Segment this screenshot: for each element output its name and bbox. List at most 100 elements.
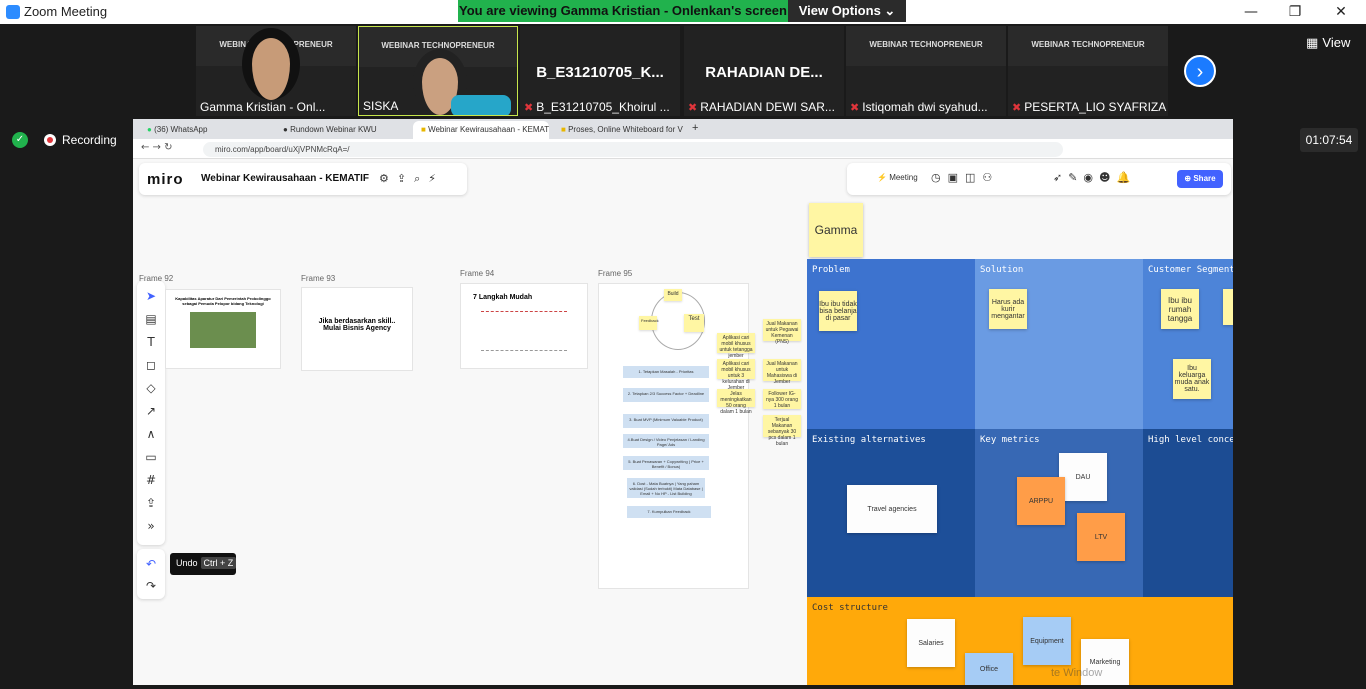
miro-left-toolbar: ➤ ▤ T ◻ ◇ ↗ ∧ ▭ # ⇪ »: [137, 281, 165, 545]
browser-tab[interactable]: ■ Proses, Online Whiteboard for V: [553, 121, 683, 139]
miro-collab-bar: ⚡ Meeting ◷▣◫⚇ ➶✎◉☻🔔 ⊕ Share: [847, 163, 1231, 195]
sticky-note[interactable]: Travel agencies: [847, 485, 937, 533]
sticky-note[interactable]: Follower IG-nya 300 orang 1 bulan: [763, 389, 801, 409]
board-name[interactable]: Webinar Kewirausahaan - KEMATIF: [201, 173, 369, 184]
maximize-button[interactable]: ❐: [1280, 2, 1310, 22]
sticky-note[interactable]: ARPPU: [1017, 477, 1065, 525]
connection-line-tool-icon[interactable]: ↗: [137, 400, 165, 422]
upload-tool-icon[interactable]: ⇪: [137, 492, 165, 514]
solution-section[interactable]: Solution: [975, 259, 1143, 429]
participant-name: ✖ B_E31210705_Khoirul ...: [524, 100, 670, 114]
mic-muted-icon: ✖: [1012, 102, 1022, 114]
comment-tool-icon[interactable]: ▭: [137, 446, 165, 468]
undo-icon[interactable]: ↶: [137, 553, 165, 575]
cycle-sticky[interactable]: Feedback: [639, 316, 659, 330]
cost-structure-section[interactable]: Cost structure: [807, 597, 1233, 685]
frame-label[interactable]: Frame 93: [301, 274, 335, 283]
miro-logo[interactable]: miro: [147, 171, 184, 188]
participant-name: ✖ PESERTA_LIO SYAFRIZA: [1012, 100, 1167, 114]
recording-indicator[interactable]: Recording: [44, 133, 117, 147]
browser-tab-active[interactable]: ■ Webinar Kewirausahaan - KEMAT: [413, 121, 549, 139]
frame-94[interactable]: 7 Langkah Mudah: [460, 283, 588, 369]
participant-tile[interactable]: RAHADIAN DE... ✖ RAHADIAN DEWI SAR...: [684, 26, 844, 116]
redo-icon[interactable]: ↷: [137, 575, 165, 597]
participant-tile[interactable]: WEBINAR TECHNOPRENEUR ✖ Istiqomah dwi sya…: [846, 26, 1006, 116]
steps-sketch: [481, 311, 567, 351]
more-tools-icon[interactable]: »: [137, 515, 165, 537]
meeting-button[interactable]: ⚡ Meeting: [877, 173, 918, 182]
step-card[interactable]: 4.Buat Design / Video Penjelasan / Landi…: [623, 434, 709, 448]
new-tab-button[interactable]: +: [691, 121, 707, 139]
step-card[interactable]: 7. Kumpulkan Feedback: [627, 506, 711, 518]
sticky-note[interactable]: Aplikasi cari mobil khusus untuk tetangg…: [717, 333, 755, 359]
shapes-tool-icon[interactable]: ◇: [137, 377, 165, 399]
photo-thumbnail: [190, 312, 256, 348]
participant-name: SISKA: [363, 99, 399, 113]
sticky-note[interactable]: Equipment: [1023, 617, 1071, 665]
cursor-reaction-icons[interactable]: ➶✎◉☻🔔: [1053, 171, 1136, 184]
step-card[interactable]: 1. Tetapkan Masalah - Prioritas: [623, 366, 709, 378]
browser-tab[interactable]: ● (36) WhatsApp: [139, 121, 271, 139]
templates-tool-icon[interactable]: ▤: [137, 308, 165, 330]
high-level-concept-section[interactable]: High level conce: [1143, 429, 1233, 597]
sticky-note[interactable]: Ibu ibu tidak bisa belanja di pasar: [819, 291, 857, 331]
frame-label[interactable]: Frame 95: [598, 269, 632, 278]
frame-label[interactable]: Frame 92: [139, 274, 173, 283]
sticky-note[interactable]: Ibu ibu rumah tangga: [1161, 289, 1199, 329]
url-input[interactable]: miro.com/app/board/uXjVPNMcRqA=/: [203, 142, 1063, 157]
view-button[interactable]: ▦ View: [1306, 35, 1350, 51]
step-card[interactable]: 2. Tetapkan 2/3 Success Factor + Deadlin…: [623, 388, 709, 402]
minimize-button[interactable]: —: [1236, 2, 1266, 22]
board-actions-icons[interactable]: ⚙⇪⌕⚡: [379, 172, 444, 186]
close-button[interactable]: ✕: [1326, 2, 1356, 22]
frame-93[interactable]: Jika berdasarkan skill.. Mulai Bisnis Ag…: [301, 287, 413, 371]
sticky-note[interactable]: Salaries: [907, 619, 955, 667]
sticky-note[interactable]: Ibu keluarga muda anak satu.: [1173, 359, 1211, 399]
participant-tile[interactable]: WEBINAR TECHNOPRENEUR SISKA: [358, 26, 518, 116]
frame-92[interactable]: Kapabilitas Aparatur Dari Pemerintah Pro…: [165, 289, 281, 369]
sticky-note[interactable]: Jual Makanan untuk Pegawai Kemenan (PNS): [763, 319, 801, 345]
window-title: Zoom Meeting: [24, 4, 108, 19]
step-card[interactable]: 3. Buat MVP (Minimum Valuable Product): [623, 414, 709, 428]
shared-browser-window: ● (36) WhatsApp ● Rundown Webinar KWU ■ …: [133, 119, 1233, 685]
sticky-note[interactable]: LTV: [1077, 513, 1125, 561]
pen-tool-icon[interactable]: ∧: [137, 423, 165, 445]
customer-segment-section[interactable]: Customer Segment: [1143, 259, 1233, 429]
browser-tab-bar: ● (36) WhatsApp ● Rundown Webinar KWU ■ …: [133, 119, 1233, 139]
sticky-note[interactable]: Jelas meningkatkan 50 orang dalam 1 bula…: [717, 389, 755, 415]
view-options-button[interactable]: View Options ⌄: [788, 0, 906, 22]
sticky-note[interactable]: Office: [965, 653, 1013, 685]
cycle-sticky[interactable]: Build: [664, 289, 682, 301]
step-card[interactable]: 5. Buat Penawaran + Copywriting ( Price …: [623, 456, 709, 470]
problem-section[interactable]: Problem: [807, 259, 975, 429]
security-shield-icon[interactable]: ✓: [12, 132, 28, 148]
sticky-note[interactable]: Jual Makanan untuk Mahasiswa di Jember: [763, 359, 801, 385]
sticky-note-tool-icon[interactable]: ◻: [137, 354, 165, 376]
sticky-note[interactable]: DAU: [1059, 453, 1107, 501]
text-tool-icon[interactable]: T: [137, 331, 165, 353]
step-card[interactable]: 6. Dost - Mata Buatnya | Yang paham vali…: [627, 478, 705, 498]
gamma-sticky[interactable]: Gamma: [809, 203, 863, 257]
share-button[interactable]: ⊕ Share: [1177, 170, 1223, 188]
sticky-note[interactable]: Harus ada kurir mengantar: [989, 289, 1027, 329]
grid-icon: ▦: [1306, 36, 1323, 51]
participant-tile[interactable]: WEBINAR TECHNOPRENEUR Gamma Kristian - O…: [196, 26, 356, 116]
next-participants-arrow-icon[interactable]: ›: [1184, 55, 1216, 87]
frame-95[interactable]: Build Test Feedback 1. Tetapkan Masalah …: [598, 283, 749, 589]
participant-tile[interactable]: B_E31210705_K... ✖ B_E31210705_Khoirul ..…: [520, 26, 680, 116]
sticky-note[interactable]: Terjual Makanan sebanyak 30 pcs dalam 1 …: [763, 415, 801, 447]
back-forward-reload-icons[interactable]: ← → ↻: [141, 142, 173, 153]
tile-banner: WEBINAR TECHNOPRENEUR: [1008, 26, 1168, 66]
zoom-app-icon: [6, 5, 20, 19]
collab-tool-icons[interactable]: ◷▣◫⚇: [931, 171, 999, 184]
participant-tile[interactable]: WEBINAR TECHNOPRENEUR ✖ PESERTA_LIO SYAFR…: [1008, 26, 1168, 116]
browser-tab[interactable]: ● Rundown Webinar KWU: [275, 121, 411, 139]
select-tool-icon[interactable]: ➤: [137, 285, 165, 307]
sticky-note[interactable]: Aplikasi cari mobil khusus untuk 3 kelur…: [717, 359, 755, 391]
cycle-sticky[interactable]: Test: [684, 314, 704, 332]
frame-label[interactable]: Frame 94: [460, 269, 494, 278]
sticky-note-partial[interactable]: [1223, 289, 1233, 325]
frame-tool-icon[interactable]: #: [137, 469, 165, 491]
miro-board[interactable]: miro Webinar Kewirausahaan - KEMATIF ⚙⇪⌕…: [133, 159, 1233, 685]
mic-muted-icon: ✖: [524, 102, 534, 114]
